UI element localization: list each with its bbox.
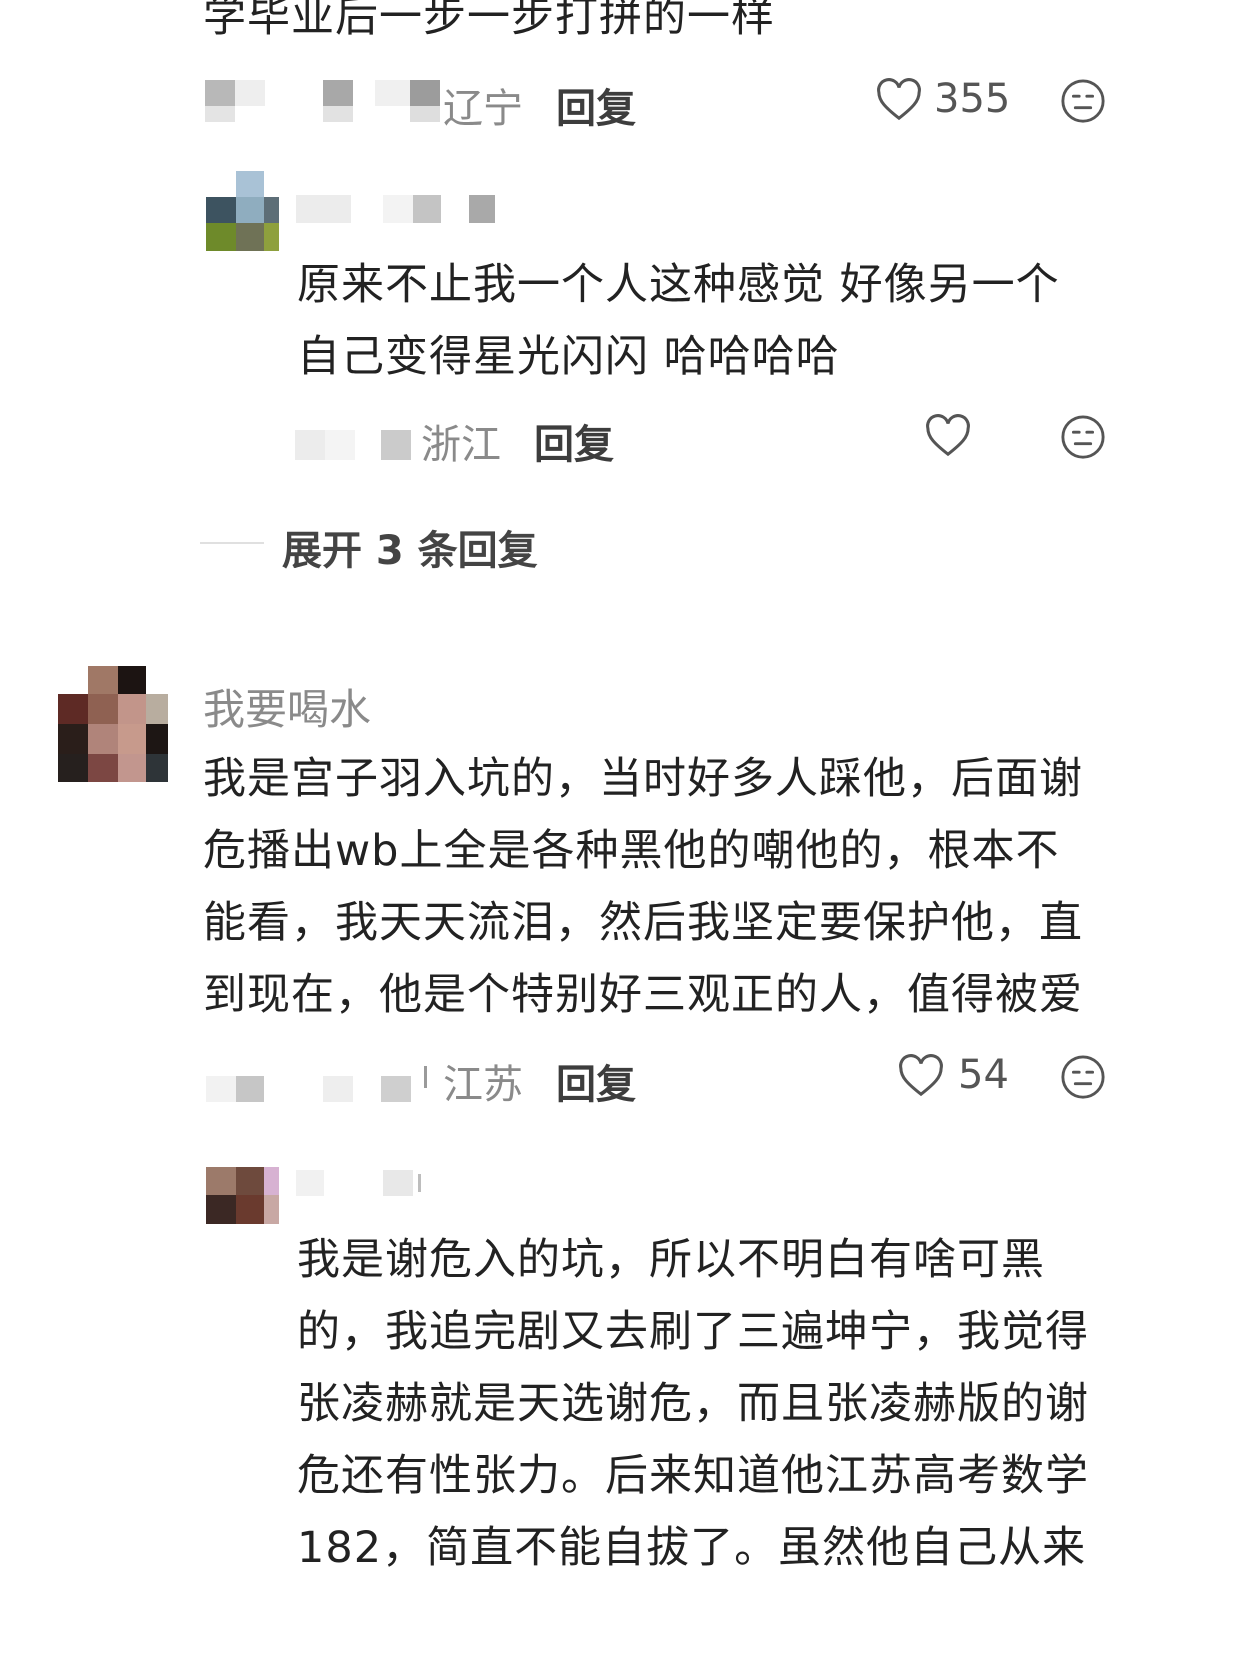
comment-text: 学毕业后一步一步打拼的一样 (203, 0, 775, 42)
reply-button[interactable]: 回复 (534, 412, 614, 470)
comment-location: 浙江 (421, 422, 501, 468)
comment-text-line: 原来不止我一个人这种感觉 好像另一个 (297, 260, 1060, 310)
comment-text-line: 张凌赫就是天选谢危，而且张凌赫版的谢 (297, 1379, 1089, 1429)
meh-face-icon[interactable] (1060, 78, 1106, 124)
comment-text-line: 182，简直不能自拔了。虽然他自己从来 (297, 1523, 1087, 1573)
meh-face-icon[interactable] (1060, 1054, 1106, 1100)
meh-face-icon[interactable] (1060, 414, 1106, 460)
reply-button[interactable]: 回复 (556, 76, 636, 134)
comment-text-line: 危还有性张力。后来知道他江苏高考数学 (297, 1451, 1089, 1501)
heart-outline-icon[interactable] (898, 1054, 944, 1098)
expand-divider (200, 542, 264, 544)
comment-text-line: 我是宫子羽入坑的，当时好多人踩他，后面谢 (203, 754, 1083, 804)
comment-text-line: 危播出wb上全是各种黑他的嘲他的，根本不 (203, 826, 1060, 876)
heart-outline-icon[interactable] (925, 414, 971, 458)
reply-button[interactable]: 回复 (556, 1052, 636, 1110)
comment-username[interactable]: 我要喝水 (203, 676, 371, 737)
comment-text-line: 能看，我天天流泪，然后我坚定要保护他，直 (203, 898, 1083, 948)
comment-text-line: 到现在，他是个特别好三观正的人，值得被爱 (203, 970, 1083, 1020)
like-count: 355 (934, 76, 1011, 122)
comment-text-line: 自己变得星光闪闪 哈哈哈哈 (297, 332, 840, 382)
heart-outline-icon[interactable] (876, 78, 922, 122)
comment-location: 江苏 (443, 1062, 523, 1108)
comment-text-line: 的，我追完剧又去刷了三遍坤宁，我觉得 (297, 1307, 1089, 1357)
like-count: 54 (958, 1052, 1009, 1098)
expand-replies-button[interactable]: 展开 3 条回复 (282, 518, 538, 576)
comment-location: 辽宁 (443, 86, 523, 132)
comment-text-line: 我是谢危入的坑，所以不明白有啥可黑 (297, 1235, 1045, 1285)
